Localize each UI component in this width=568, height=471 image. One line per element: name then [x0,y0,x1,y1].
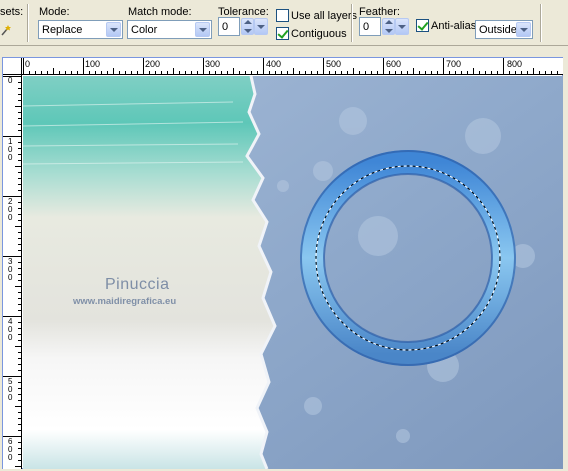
contiguous-label[interactable]: Contiguous [291,28,347,40]
toolbar-separator [27,4,29,42]
spin-down-icon[interactable] [244,29,252,33]
horizontal-ruler-ticks [23,58,558,74]
feather-spinner[interactable] [382,18,395,35]
feather-input[interactable]: 0 [359,17,381,36]
tolerance-spinner[interactable] [241,18,254,35]
anti-alias-checkbox[interactable] [416,19,429,32]
mode-label: Mode: [39,6,70,18]
ruler-label: 800 [507,59,523,69]
anti-alias-mode-value: Outside [479,24,517,36]
mode-value: Replace [42,24,83,36]
use-all-layers-checkbox[interactable] [276,9,289,22]
feather-dropdown[interactable] [395,18,409,35]
ruler-label: 200 [145,59,161,69]
feather-value: 0 [363,21,370,33]
match-mode-select[interactable]: Color [127,20,212,39]
spin-down-icon[interactable] [385,29,393,33]
tool-options-toolbar: sets: Mode: Replace Match mode: Color To… [0,0,568,46]
chevron-down-icon[interactable] [516,22,531,37]
presets-label: sets: [0,6,24,18]
beach-photo [23,76,275,469]
watermark-title: Pinuccia [105,276,170,293]
vertical-ruler[interactable]: 0 100 200 300 400 500 600 [3,75,22,469]
use-all-layers-label[interactable]: Use all layers [291,10,357,22]
match-mode-label: Match mode: [128,6,192,18]
image-canvas[interactable]: Pinuccia www.maidiregrafica.eu [23,76,563,469]
toolbar-separator [540,4,542,42]
ruler-label: 0 [8,76,13,85]
ruler-label: 600 [8,437,13,462]
match-mode-value: Color [131,24,158,36]
ruler-label: 100 [8,137,13,162]
mode-select[interactable]: Replace [38,20,123,39]
canvas-artwork [23,76,563,469]
tolerance-input[interactable]: 0 [218,17,240,36]
ruler-label: 500 [8,377,13,402]
ruler-label: 300 [8,257,13,282]
watermark-url: www.maidiregrafica.eu [73,296,177,307]
ruler-label: 300 [205,59,221,69]
anti-alias-mode-select[interactable]: Outside [475,20,533,39]
ruler-label: 100 [85,59,101,69]
toolbar-separator [351,4,353,42]
ruler-label: 600 [386,59,402,69]
spin-up-icon[interactable] [244,20,252,24]
magic-wand-tool-icon[interactable] [1,24,11,36]
spin-up-icon[interactable] [385,20,393,24]
chevron-down-icon[interactable] [195,22,210,37]
anti-alias-label[interactable]: Anti-alias [431,20,476,32]
tolerance-value: 0 [222,21,229,33]
ruler-label: 0 [25,59,31,69]
ruler-label: 200 [8,197,13,222]
tolerance-dropdown[interactable] [254,18,268,35]
ruler-label: 500 [326,59,342,69]
chevron-down-icon[interactable] [106,22,121,37]
ruler-label: 400 [8,317,13,342]
ruler-label: 700 [446,59,462,69]
image-canvas-window[interactable]: 0 100 200 300 400 500 600 700 800 0 100 … [2,57,563,469]
horizontal-ruler[interactable]: 0 100 200 300 400 500 600 700 800 [22,58,563,75]
contiguous-checkbox[interactable] [276,27,289,40]
ruler-label: 400 [266,59,282,69]
ruler-corner [3,58,22,75]
